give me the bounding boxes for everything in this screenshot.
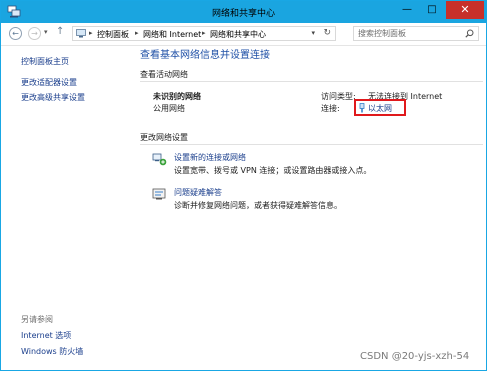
refresh-icon[interactable]: ↻ [323, 28, 331, 38]
recent-locations-dropdown-icon[interactable]: ▾ [44, 28, 48, 36]
forward-button[interactable]: → [28, 27, 41, 40]
ethernet-connection-link[interactable]: 以太网 [368, 103, 392, 114]
section-divider [140, 144, 483, 145]
search-icon[interactable] [465, 29, 474, 38]
address-bar: ← → ▾ ↑ ▸ 控制面板 ▸ 网络和 Internet ▸ 网络和共享中心 … [1, 23, 486, 46]
sidebar-item-windows-firewall[interactable]: Windows 防火墙 [21, 346, 83, 357]
main-content: 查看基本网络信息并设置连接 查看活动网络 未识别的网络 公用网络 访问类型: 无… [129, 46, 486, 370]
troubleshoot-problems-description: 诊断并修复网络问题，或者获得疑难解答信息。 [174, 201, 342, 210]
sidebar: 控制面板主页 更改适配器设置 更改高级共享设置 另请参阅 Internet 选项… [1, 46, 129, 370]
sidebar-item-control-panel-home[interactable]: 控制面板主页 [21, 56, 69, 67]
network-sharing-center-window: 网络和共享中心 — □ ✕ ← → ▾ ↑ ▸ 控制面板 ▸ 网络和 Inter… [0, 0, 487, 371]
up-button[interactable]: ↑ [56, 26, 64, 37]
troubleshoot-problems-link[interactable]: 问题疑难解答 [174, 187, 222, 198]
troubleshoot-icon [152, 188, 166, 200]
see-also-title: 另请参阅 [21, 315, 53, 324]
access-type-label: 访问类型: [321, 92, 356, 101]
breadcrumb-item-network-sharing-center[interactable]: 网络和共享中心 [210, 29, 266, 40]
connection-highlight-box: 以太网 [354, 99, 406, 116]
setup-new-connection-description: 设置宽带、拨号或 VPN 连接；或设置路由器或接入点。 [174, 166, 372, 175]
title-bar[interactable]: 网络和共享中心 — □ ✕ [1, 1, 486, 23]
section-divider [140, 81, 483, 82]
sidebar-item-change-advanced-sharing[interactable]: 更改高级共享设置 [21, 92, 85, 103]
control-panel-icon [76, 29, 86, 38]
network-type-link: 公用网络 [153, 104, 185, 113]
sidebar-item-change-adapter-settings[interactable]: 更改适配器设置 [21, 77, 77, 88]
ethernet-icon [359, 103, 365, 113]
page-title: 查看基本网络信息并设置连接 [140, 50, 270, 61]
active-networks-heading: 查看活动网络 [140, 70, 188, 79]
connections-label: 连接: [321, 104, 340, 113]
watermark: CSDN @20-yjs-xzh-54 [360, 351, 470, 362]
network-name: 未识别的网络 [153, 92, 201, 101]
breadcrumb[interactable]: ▸ 控制面板 ▸ 网络和 Internet ▸ 网络和共享中心 ▾ ↻ [72, 26, 336, 41]
search-box[interactable] [353, 26, 479, 41]
close-button[interactable]: ✕ [446, 1, 484, 19]
sidebar-item-internet-options[interactable]: Internet 选项 [21, 330, 71, 341]
maximize-button[interactable]: □ [420, 1, 444, 19]
address-dropdown-icon[interactable]: ▾ [311, 29, 315, 37]
minimize-button[interactable]: — [395, 1, 419, 19]
breadcrumb-separator[interactable]: ▸ [89, 29, 93, 37]
breadcrumb-item-control-panel[interactable]: 控制面板 [97, 29, 129, 40]
breadcrumb-item-network-internet[interactable]: 网络和 Internet [143, 29, 201, 40]
search-input[interactable] [356, 27, 460, 40]
breadcrumb-separator[interactable]: ▸ [135, 29, 139, 37]
setup-new-connection-link[interactable]: 设置新的连接或网络 [174, 152, 246, 163]
back-button[interactable]: ← [9, 27, 22, 40]
setup-connection-icon [152, 153, 167, 166]
change-settings-heading: 更改网络设置 [140, 133, 188, 142]
breadcrumb-separator[interactable]: ▸ [202, 29, 206, 37]
